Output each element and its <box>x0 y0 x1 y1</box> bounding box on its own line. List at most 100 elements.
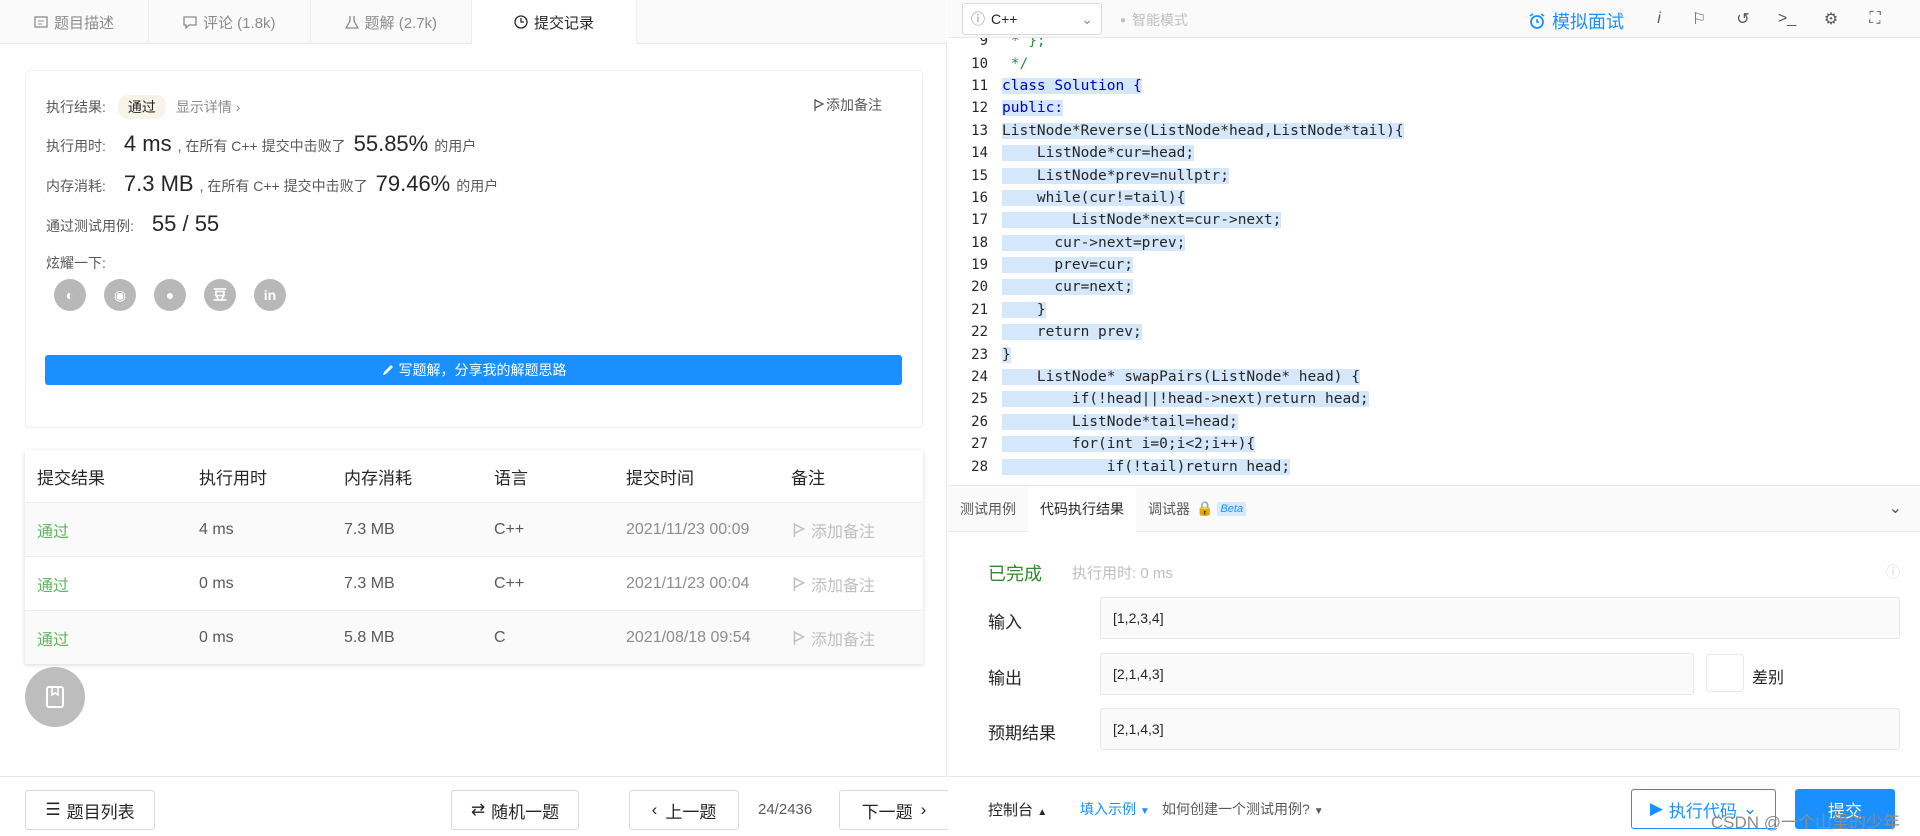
collapse-chevron-icon[interactable]: ⌄ <box>1889 498 1902 518</box>
code-text: prev=cur; <box>1002 257 1133 274</box>
flask-icon <box>344 16 359 29</box>
caret-down-icon: ▼ <box>1139 806 1150 817</box>
runtime-mid: , 在所有 C++ 提交中击败了 <box>177 138 346 154</box>
code-line: 14 ListNode*cur=head; <box>958 142 1920 164</box>
tab-test-cases[interactable]: 测试用例 <box>948 486 1028 532</box>
language-select[interactable]: ⓘ C++ ⌄ <box>962 3 1102 35</box>
tab-solutions[interactable]: 题解 (2.7k) <box>311 0 473 44</box>
row-runtime: 4 ms <box>199 520 234 538</box>
code-line: 12 public: <box>958 97 1920 119</box>
run-time: 执行用时: 0 ms <box>1072 565 1173 582</box>
add-note-button[interactable]: 添加备注 <box>812 95 882 115</box>
how-to-label: 如何创建一个测试用例? <box>1162 801 1310 817</box>
info-icon[interactable]: i <box>1648 8 1670 30</box>
watermark: CSDN @一个山里的少年 <box>1710 813 1900 832</box>
beta-badge: Beta <box>1217 501 1247 516</box>
row-status[interactable]: 通过 <box>25 572 199 596</box>
play-icon: ▶ <box>1649 799 1663 818</box>
code-text: * }; <box>1002 38 1046 50</box>
line-number: 19 <box>971 257 988 274</box>
write-solution-button[interactable]: 写题解，分享我的解题思路 <box>45 355 902 385</box>
row-status[interactable]: 通过 <box>25 518 199 542</box>
table-row[interactable]: 通过 0 ms 7.3 MB C++ 2021/11/23 00:04 添加备注 <box>25 556 923 610</box>
notebook-button[interactable] <box>25 667 85 727</box>
row-add-note[interactable]: 添加备注 <box>791 518 923 542</box>
code-editor[interactable]: 9 * }; 10 */ 11 class Solution { 12 public… <box>958 38 1920 483</box>
code-line: 11 class Solution { <box>958 75 1920 97</box>
douban-icon[interactable]: 豆 <box>204 279 236 311</box>
table-row[interactable]: 通过 0 ms 5.8 MB C 2021/08/18 09:54 添加备注 <box>25 610 923 664</box>
tests-value: 55 / 55 <box>151 211 220 236</box>
fill-example-button[interactable]: 填入示例 ▼ <box>1080 799 1150 819</box>
tab-submissions[interactable]: 提交记录 <box>472 0 638 44</box>
problem-list-button[interactable]: ☰ 题目列表 <box>25 790 155 830</box>
app: 题目描述 评论 (1.8k) 题解 (2.7k) 提交记录 执行结果: 通过 显… <box>0 0 1920 836</box>
random-label: 随机一题 <box>491 802 560 822</box>
code-text: ListNode*next=cur->next; <box>1002 212 1282 229</box>
code-line: 24 ListNode* swapPairs(ListNode* head) { <box>958 366 1920 388</box>
wechat-icon[interactable]: ◐ <box>54 279 86 311</box>
line-number: 20 <box>971 279 988 296</box>
tab-label: 题解 (2.7k) <box>364 14 438 32</box>
header-time: 提交时间 <box>626 468 694 488</box>
tab-comments[interactable]: 评论 (1.8k) <box>149 0 311 44</box>
tab-label: 评论 (1.8k) <box>203 14 276 32</box>
code-line: 20 cur=next; <box>958 276 1920 298</box>
terminal-icon[interactable]: >_ <box>1776 8 1798 30</box>
next-problem-button[interactable]: 下一题 › <box>839 790 949 830</box>
fullscreen-icon[interactable]: ⛶ <box>1864 8 1886 30</box>
smart-mode-toggle[interactable]: ● 智能模式 <box>1120 10 1188 30</box>
tab-description[interactable]: 题目描述 <box>0 0 150 44</box>
pencil-icon <box>382 365 393 375</box>
tab-debugger[interactable]: 调试器 🔒 Beta <box>1136 486 1258 532</box>
smart-mode-label: 智能模式 <box>1132 12 1189 28</box>
row-note-label: 添加备注 <box>811 523 876 541</box>
left-footer: ☰ 题目列表 ⇄ 随机一题 ‹ 上一题 24/2436 下一题 › <box>0 776 949 836</box>
console-toggle[interactable]: 控制台 ▲ <box>988 799 1047 820</box>
chevron-right-icon: › <box>920 800 927 819</box>
mock-interview-label: 模拟面试 <box>1552 12 1624 32</box>
diff-toggle[interactable] <box>1706 654 1744 692</box>
code-text: return prev; <box>1002 324 1142 341</box>
code-text: if(!head||!head->next)return head; <box>1002 391 1369 408</box>
help-icon[interactable]: ⓘ <box>1886 562 1900 582</box>
line-number: 18 <box>971 234 988 251</box>
line-number: 28 <box>971 458 988 475</box>
settings-icon[interactable]: ⚙ <box>1820 8 1842 30</box>
row-language: C++ <box>494 574 525 592</box>
code-line: 27 for(int i=0;i<2;i++){ <box>958 433 1920 455</box>
tab-label: 提交记录 <box>534 14 595 32</box>
share-row: 炫耀一下: <box>46 253 106 273</box>
problem-tabs: 题目描述 评论 (1.8k) 题解 (2.7k) 提交记录 <box>0 0 947 44</box>
expected-value: [2,1,4,3] <box>1100 708 1900 750</box>
row-add-note[interactable]: 添加备注 <box>791 626 923 650</box>
info-icon: ⓘ <box>971 11 985 27</box>
row-add-note[interactable]: 添加备注 <box>791 572 923 596</box>
weibo-icon[interactable]: ◉ <box>104 279 136 311</box>
line-number: 25 <box>971 391 988 408</box>
result-badge: 通过 <box>117 95 166 119</box>
tab-label: 题目描述 <box>54 14 115 32</box>
flag-icon[interactable]: ⚐ <box>1688 8 1710 30</box>
reset-icon[interactable]: ↺ <box>1732 8 1754 30</box>
pager: 24/2436 <box>758 801 813 818</box>
table-row[interactable]: 通过 4 ms 7.3 MB C++ 2021/11/23 00:09 添加备注 <box>25 502 923 556</box>
linkedin-icon[interactable]: in <box>254 279 286 311</box>
how-to-link[interactable]: 如何创建一个测试用例? ▼ <box>1162 799 1324 819</box>
memory-mid: , 在所有 C++ 提交中击败了 <box>199 178 368 194</box>
row-status[interactable]: 通过 <box>25 626 199 650</box>
description-icon <box>34 16 48 28</box>
code-text: cur->next=prev; <box>1002 234 1186 251</box>
line-number: 23 <box>971 346 988 363</box>
mock-interview-button[interactable]: 模拟面试 <box>1528 8 1624 34</box>
row-runtime: 0 ms <box>199 574 234 592</box>
random-problem-button[interactable]: ⇄ 随机一题 <box>451 790 579 830</box>
code-line: 13 ListNode*Reverse(ListNode*head,ListNod… <box>958 120 1920 142</box>
tab-run-result[interactable]: 代码执行结果 <box>1028 485 1136 532</box>
qq-icon[interactable]: ● <box>154 279 186 311</box>
code-line: 22 return prev; <box>958 321 1920 343</box>
code-text: */ <box>1002 55 1029 72</box>
line-number: 14 <box>971 145 988 162</box>
prev-problem-button[interactable]: ‹ 上一题 <box>629 790 739 830</box>
show-details-link[interactable]: 显示详情 › <box>176 97 241 117</box>
